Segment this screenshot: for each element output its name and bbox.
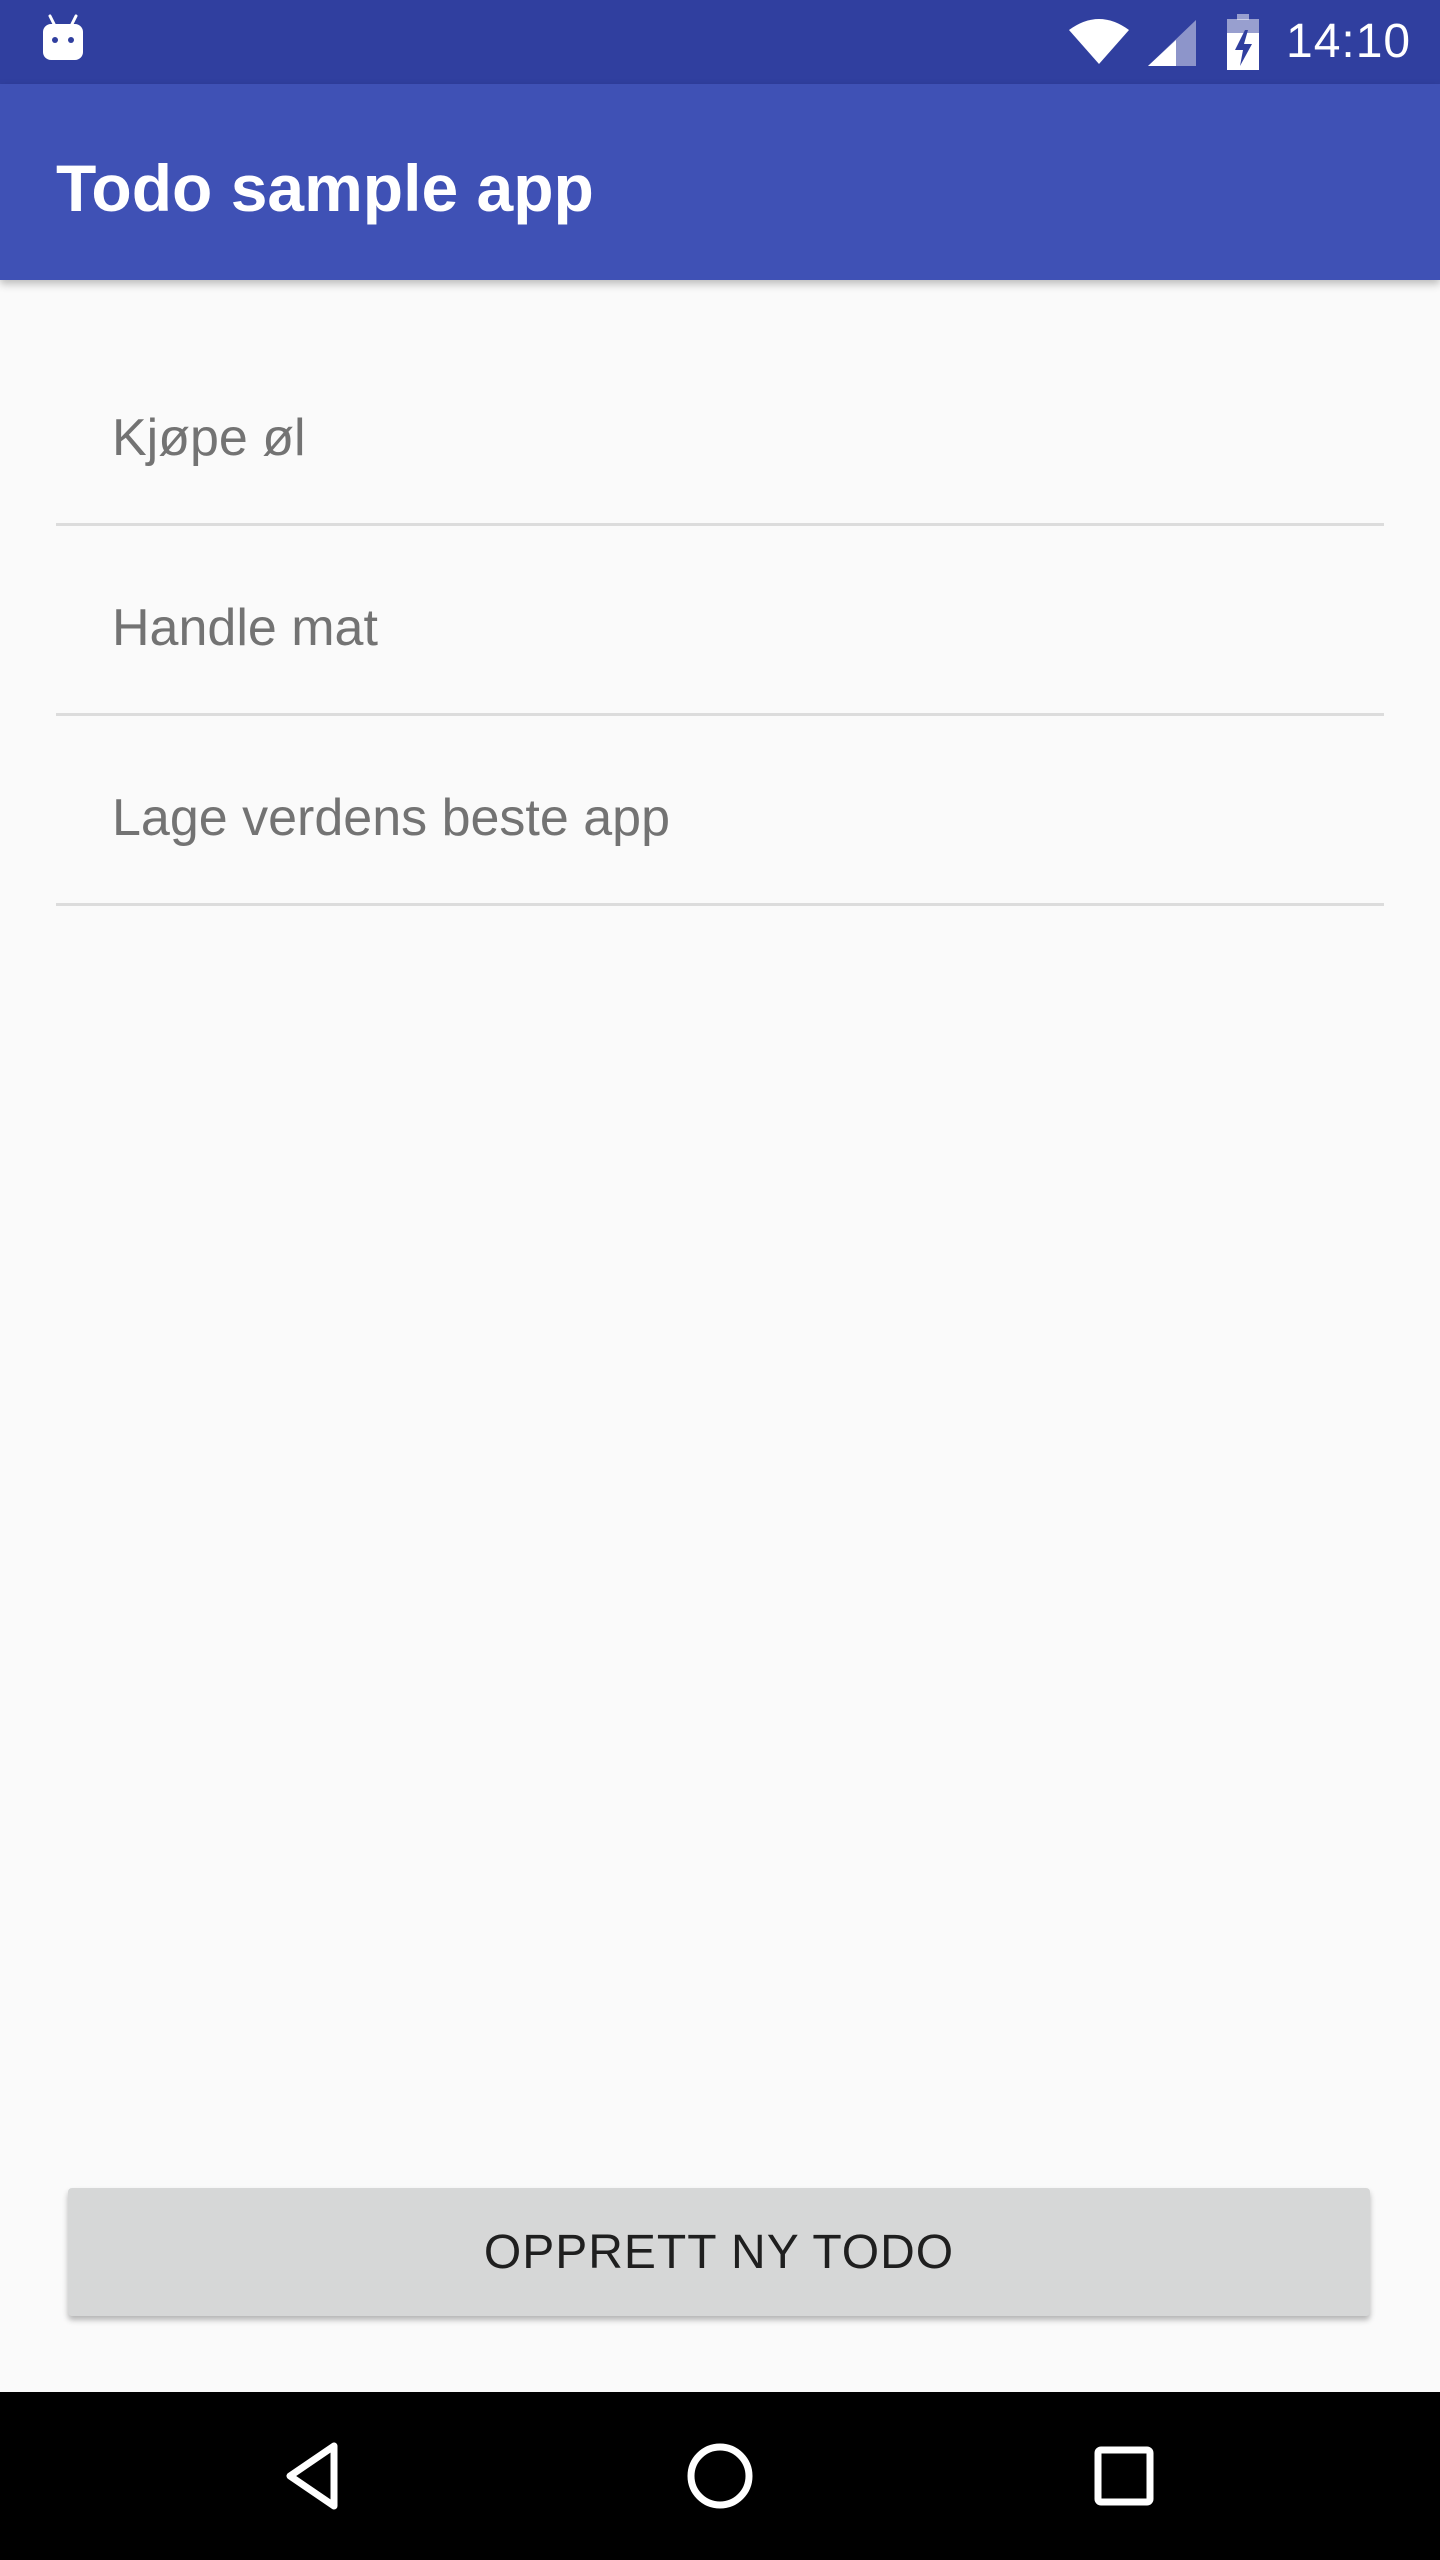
back-icon	[286, 2442, 338, 2510]
recents-icon	[1094, 2446, 1154, 2506]
todo-item-label: Kjøpe øl	[112, 409, 306, 467]
recents-button[interactable]	[1044, 2392, 1204, 2560]
screen: 14:10 Todo sample app Kjøpe øl Handle ma…	[0, 0, 1440, 2560]
create-todo-button[interactable]: OPPRETT NY TODO	[68, 2188, 1370, 2316]
android-icon	[43, 14, 83, 60]
app-bar: Todo sample app	[0, 84, 1440, 280]
todo-item[interactable]: Lage verdens beste app	[56, 716, 1384, 906]
todo-item-label: Handle mat	[112, 599, 378, 657]
todo-list: Kjøpe øl Handle mat Lage verdens beste a…	[56, 280, 1384, 906]
todo-item[interactable]: Handle mat	[56, 526, 1384, 716]
status-clock: 14:10	[1286, 15, 1412, 68]
home-button[interactable]	[640, 2392, 800, 2560]
battery-charging-icon	[1227, 14, 1259, 70]
status-bar: 14:10	[0, 0, 1440, 84]
navigation-bar	[0, 2392, 1440, 2560]
app-title: Todo sample app	[56, 151, 594, 225]
signal-icon	[1148, 20, 1196, 66]
todo-item[interactable]: Kjøpe øl	[56, 280, 1384, 526]
todo-item-label: Lage verdens beste app	[112, 789, 670, 847]
wifi-icon	[1069, 19, 1129, 64]
back-button[interactable]	[236, 2392, 396, 2560]
home-icon	[687, 2443, 753, 2509]
